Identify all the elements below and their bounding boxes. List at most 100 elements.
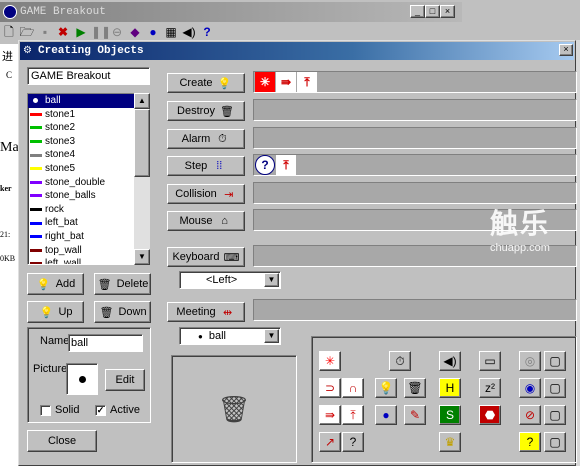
mouse-icon[interactable]: ▢: [544, 378, 566, 398]
score-icon[interactable]: S: [439, 405, 461, 425]
game-name-field[interactable]: GAME Breakout: [27, 67, 150, 85]
hello-icon[interactable]: H: [439, 378, 461, 398]
list-item[interactable]: top_wall: [28, 244, 141, 258]
scroll-up-icon[interactable]: ▲: [134, 93, 150, 109]
close-window-button[interactable]: ×: [440, 5, 455, 18]
event-meeting-button[interactable]: Meeting ⇹: [167, 302, 245, 322]
maximize-button[interactable]: □: [425, 5, 440, 18]
paint-icon[interactable]: ✎: [404, 405, 426, 425]
set-color-icon[interactable]: ●: [375, 405, 397, 425]
image-icon[interactable]: ▦: [163, 24, 179, 40]
run-icon[interactable]: ▶: [73, 24, 89, 40]
collision-actions-bar[interactable]: [253, 182, 577, 204]
new-icon[interactable]: 🗋: [1, 24, 17, 40]
move-up-icon[interactable]: ⤒: [297, 72, 317, 92]
list-item[interactable]: stone1: [28, 108, 141, 122]
event-alarm-button[interactable]: Alarm ⏱: [167, 129, 245, 149]
list-item[interactable]: left_wall: [28, 257, 141, 265]
list-item[interactable]: rock: [28, 203, 141, 217]
list-item[interactable]: ball: [28, 94, 141, 108]
event-create-button[interactable]: Create 💡: [167, 73, 245, 93]
keyboard-key-select[interactable]: <Left> ▼: [179, 271, 281, 289]
event-keyboard-button[interactable]: Keyboard ⌨: [167, 247, 245, 267]
step-actions-bar[interactable]: ? ⤒: [253, 154, 577, 176]
trophy-icon[interactable]: ♛: [439, 432, 461, 452]
event-step-button[interactable]: Step ⁞⁞: [167, 156, 245, 176]
trash-icon[interactable]: 🗑: [404, 378, 426, 398]
jump-question-icon[interactable]: ?: [342, 432, 364, 452]
list-item[interactable]: stone_double: [28, 176, 141, 190]
meeting-object-select[interactable]: ● ball ▼: [179, 327, 281, 345]
save-icon[interactable]: ▪: [37, 24, 53, 40]
dialog-close-button[interactable]: ×: [559, 44, 573, 56]
active-check-box[interactable]: ✓: [95, 404, 106, 416]
chevron-down-icon[interactable]: ▼: [264, 329, 279, 343]
disc-icon[interactable]: ◎: [519, 351, 541, 371]
move-up-icon[interactable]: ⤒: [342, 405, 364, 425]
open-icon[interactable]: 🗁: [19, 24, 35, 40]
up-button[interactable]: 💡 Up: [27, 301, 84, 323]
sleep-icon[interactable]: z²: [479, 378, 501, 398]
sound-icon[interactable]: ◀): [439, 351, 461, 371]
stop-run-icon[interactable]: ⊖: [109, 24, 125, 40]
chevron-down-icon[interactable]: ▼: [264, 273, 279, 287]
edit-button[interactable]: Edit: [105, 369, 145, 391]
scroll-thumb[interactable]: [134, 109, 150, 177]
compile-icon[interactable]: ◆: [127, 24, 143, 40]
explode-icon[interactable]: ✳: [255, 72, 275, 92]
move-right-icon[interactable]: ⇛: [276, 72, 296, 92]
solid-check-box[interactable]: [40, 404, 51, 416]
mouse-right-icon[interactable]: ▢: [544, 405, 566, 425]
delete-button[interactable]: 🗑 Delete: [94, 273, 151, 295]
question-icon[interactable]: ?: [255, 155, 275, 175]
move-right-icon[interactable]: ⇛: [319, 405, 341, 425]
meeting-actions-bar[interactable]: [253, 299, 577, 321]
bounce-left-icon[interactable]: ⊃: [319, 378, 341, 398]
explode-icon[interactable]: ✳: [319, 351, 341, 371]
list-item-label: left_wall: [45, 258, 82, 265]
stop-sign-icon[interactable]: ⬣: [479, 405, 501, 425]
sound-icon[interactable]: ◀): [181, 24, 197, 40]
sprite-swatch-icon: [30, 235, 42, 239]
blue-disc-icon[interactable]: ◉: [519, 378, 541, 398]
list-item[interactable]: stone2: [28, 121, 141, 135]
event-destroy-button[interactable]: Destroy 🗑: [167, 101, 245, 121]
stop-icon[interactable]: ✖: [55, 24, 71, 40]
list-item[interactable]: stone4: [28, 148, 141, 162]
down-button[interactable]: 🗑 Down: [94, 301, 151, 323]
no-entry-icon[interactable]: ⊘: [519, 405, 541, 425]
list-item[interactable]: stone3: [28, 135, 141, 149]
list-item[interactable]: right_bat: [28, 230, 141, 244]
bulb-icon[interactable]: 💡: [375, 378, 397, 398]
bounce-up-icon[interactable]: ∩: [342, 378, 364, 398]
active-checkbox[interactable]: ✓ Active: [95, 404, 140, 416]
list-item[interactable]: stone_balls: [28, 189, 141, 203]
object-list[interactable]: ball stone1 stone2 stone3 stone4 stone5 stone_…: [27, 93, 142, 265]
alarm-icon[interactable]: ⏱: [389, 351, 411, 371]
add-button[interactable]: 💡 Add: [27, 273, 84, 295]
globe-icon[interactable]: ●: [145, 24, 161, 40]
scroll-down-icon[interactable]: ▼: [134, 249, 150, 265]
question-disc-icon[interactable]: ?: [519, 432, 541, 452]
minimize-button[interactable]: _: [410, 5, 425, 18]
background-window-title: GAME Breakout: [0, 2, 462, 22]
event-mouse-button[interactable]: Mouse ⌂: [167, 211, 245, 231]
mouse-click-icon[interactable]: ▢: [544, 432, 566, 452]
list-item[interactable]: left_bat: [28, 216, 141, 230]
name-input[interactable]: ball: [68, 334, 143, 352]
pause-icon[interactable]: ❚❚: [91, 24, 111, 40]
trash-drop-area[interactable]: 🗑: [171, 355, 297, 463]
mouse-wheel-icon[interactable]: ▢: [544, 351, 566, 371]
solid-checkbox[interactable]: Solid: [40, 404, 79, 416]
jump-x-icon[interactable]: ↗: [319, 432, 341, 452]
step-move-up-icon[interactable]: ⤒: [276, 155, 296, 175]
object-list-scrollbar[interactable]: ▲ ▼: [134, 93, 150, 265]
list-item[interactable]: stone5: [28, 162, 141, 176]
event-collision-button[interactable]: Collision ⇥: [167, 184, 245, 204]
destroy-actions-bar[interactable]: [253, 99, 577, 121]
camera-icon[interactable]: ▭: [479, 351, 501, 371]
create-actions-bar[interactable]: ✳ ⇛ ⤒: [253, 71, 577, 93]
close-button[interactable]: Close: [27, 430, 97, 452]
alarm-actions-bar[interactable]: [253, 127, 577, 149]
help-icon[interactable]: ?: [199, 24, 215, 40]
